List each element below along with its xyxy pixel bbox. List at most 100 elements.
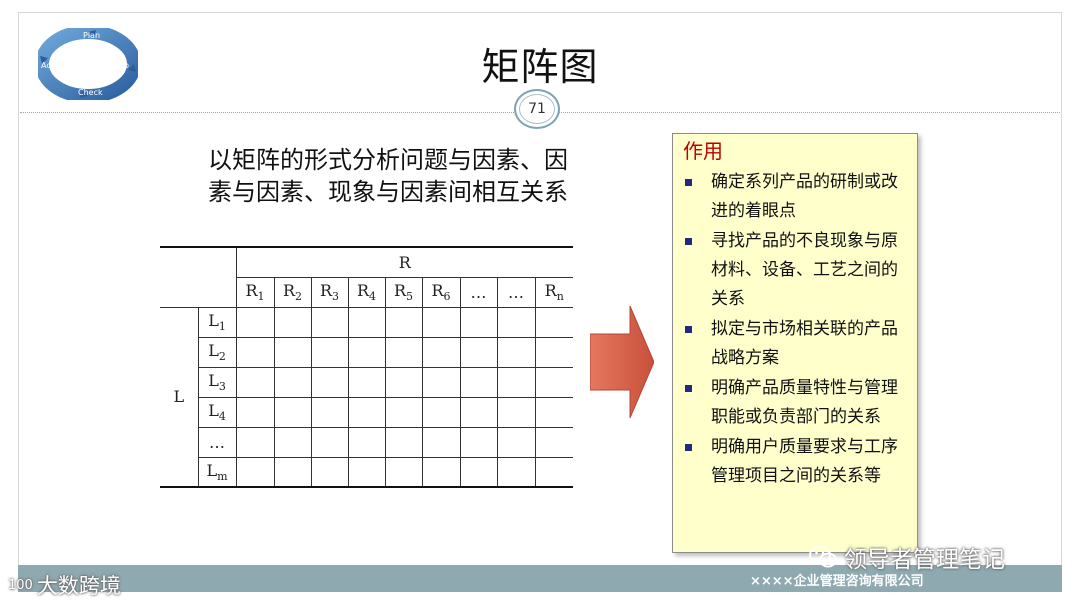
square-bullet-icon bbox=[685, 326, 692, 333]
matrix-cell bbox=[496, 456, 536, 488]
matrix-cell bbox=[534, 366, 573, 398]
matrix-cell bbox=[310, 366, 349, 398]
matrix-cell bbox=[273, 306, 312, 338]
function-item-text: 确定系列产品的研制或改进的着眼点 bbox=[711, 172, 898, 221]
matrix-cell bbox=[273, 396, 312, 428]
matrix-cell bbox=[421, 426, 461, 458]
col-header-sub: 6 bbox=[443, 290, 451, 304]
col-header-sub: 3 bbox=[332, 290, 340, 304]
matrix-diagram-table: R R1 R2 R3 R4 R5 R6…… Rn L L1 L2 L3 L4… Lm bbox=[160, 246, 573, 488]
matrix-corner-cell bbox=[160, 246, 237, 308]
col-header-cell: R3 bbox=[310, 276, 349, 308]
matrix-cell bbox=[235, 396, 275, 428]
matrix-cell bbox=[534, 456, 573, 488]
matrix-cell bbox=[421, 456, 461, 488]
col-header-cell: R2 bbox=[273, 276, 312, 308]
matrix-cell bbox=[384, 336, 423, 368]
matrix-row: Lm bbox=[160, 456, 573, 488]
panel-title: 作用 bbox=[683, 139, 723, 163]
col-header-sub: 5 bbox=[406, 290, 414, 304]
function-item-text: 拟定与市场相关联的产品战略方案 bbox=[711, 319, 898, 368]
row-label-base: L bbox=[206, 460, 218, 480]
subtitle-line-2: 素与因素、现象与因素间相互关系 bbox=[208, 178, 568, 206]
row-label-cell: Lm bbox=[197, 456, 237, 488]
matrix-cell bbox=[273, 426, 312, 458]
matrix-cell bbox=[347, 396, 386, 428]
col-header-base: … bbox=[470, 282, 487, 302]
row-label-sub: 3 bbox=[218, 380, 226, 394]
matrix-cell bbox=[347, 336, 386, 368]
matrix-cell bbox=[459, 366, 498, 398]
matrix-cell bbox=[496, 306, 536, 338]
matrix-cell bbox=[235, 456, 275, 488]
col-header-base: R bbox=[393, 280, 407, 300]
function-panel: 作用 确定系列产品的研制或改进的着眼点寻找产品的不良现象与原材料、设备、工艺之间… bbox=[672, 133, 918, 553]
square-bullet-icon bbox=[685, 444, 692, 451]
col-header-cell: … bbox=[459, 276, 498, 308]
row-label-base: L bbox=[208, 400, 219, 420]
matrix-cell bbox=[421, 396, 461, 428]
matrix-cell bbox=[459, 336, 498, 368]
row-label-base: L bbox=[208, 340, 219, 360]
square-bullet-icon bbox=[685, 238, 692, 245]
watermark-right: 领导者管理笔记 bbox=[808, 540, 1005, 574]
col-header-sub: 2 bbox=[295, 290, 303, 304]
row-label-cell: L2 bbox=[197, 336, 237, 368]
matrix-cell bbox=[310, 306, 349, 338]
matrix-cell bbox=[310, 396, 349, 428]
matrix-row: L4 bbox=[160, 396, 573, 428]
col-header-sub: 4 bbox=[369, 290, 377, 304]
matrix-cell bbox=[310, 426, 349, 458]
col-header-base: R bbox=[544, 280, 557, 300]
matrix-row: L L 1 bbox=[160, 306, 573, 488]
col-header-cell: … bbox=[496, 276, 536, 308]
matrix-cell bbox=[496, 366, 536, 398]
matrix-cell bbox=[496, 426, 536, 458]
square-bullet-icon bbox=[685, 179, 692, 186]
matrix-cell bbox=[534, 396, 573, 428]
matrix-cell bbox=[310, 336, 349, 368]
row-label-sub: 1 bbox=[218, 320, 226, 334]
function-list-item: 确定系列产品的研制或改进的着眼点 bbox=[683, 168, 907, 226]
matrix-cell bbox=[459, 306, 498, 338]
col-header-cell: R4 bbox=[347, 276, 386, 308]
row-label-cell: … bbox=[197, 426, 237, 458]
matrix-cell bbox=[421, 366, 461, 398]
col-header-cell: R6 bbox=[421, 276, 461, 308]
matrix-cell bbox=[273, 366, 312, 398]
function-item-text: 明确用户质量要求与工序管理项目之间的关系等 bbox=[711, 437, 898, 486]
matrix-cell bbox=[384, 456, 423, 488]
col-header-base: R bbox=[282, 280, 296, 300]
matrix-row: … bbox=[160, 426, 573, 458]
matrix-cell bbox=[384, 426, 423, 458]
col-header-base: R bbox=[319, 280, 333, 300]
watermark-left: 100 大数跨境 bbox=[8, 570, 121, 600]
watermark-right-text: 领导者管理笔记 bbox=[844, 547, 1005, 573]
page-number: 71 bbox=[528, 101, 546, 117]
matrix-cell bbox=[235, 306, 275, 338]
matrix-cell bbox=[384, 396, 423, 428]
wechat-icon bbox=[809, 546, 837, 568]
matrix-cell bbox=[384, 306, 423, 338]
watermark-left-text: 大数跨境 bbox=[36, 574, 121, 598]
row-label-cell: L4 bbox=[197, 396, 237, 428]
row-label-sub: 4 bbox=[218, 410, 226, 424]
matrix-cell bbox=[421, 306, 461, 338]
function-list: 确定系列产品的研制或改进的着眼点寻找产品的不良现象与原材料、设备、工艺之间的关系… bbox=[683, 168, 907, 491]
matrix-cell bbox=[459, 426, 498, 458]
col-header-cell: R1 bbox=[235, 276, 275, 308]
function-list-item: 拟定与市场相关联的产品战略方案 bbox=[683, 315, 907, 373]
matrix-cell bbox=[384, 366, 423, 398]
function-list-item: 明确产品质量特性与管理职能或负责部门的关系 bbox=[683, 374, 907, 432]
row-label-sub: 2 bbox=[218, 350, 226, 364]
right-arrow-shape bbox=[590, 306, 654, 418]
row-label-sub: m bbox=[217, 469, 228, 483]
matrix-cell bbox=[273, 456, 312, 488]
matrix-cell bbox=[273, 336, 312, 368]
page-number-badge: 71 bbox=[514, 89, 560, 129]
matrix-cell bbox=[347, 366, 386, 398]
col-header-base: R bbox=[356, 280, 370, 300]
slide-title: 矩阵图 bbox=[481, 45, 599, 89]
col-header-cell: Rn bbox=[534, 276, 573, 308]
function-list-item: 寻找产品的不良现象与原材料、设备、工艺之间的关系 bbox=[683, 227, 907, 314]
